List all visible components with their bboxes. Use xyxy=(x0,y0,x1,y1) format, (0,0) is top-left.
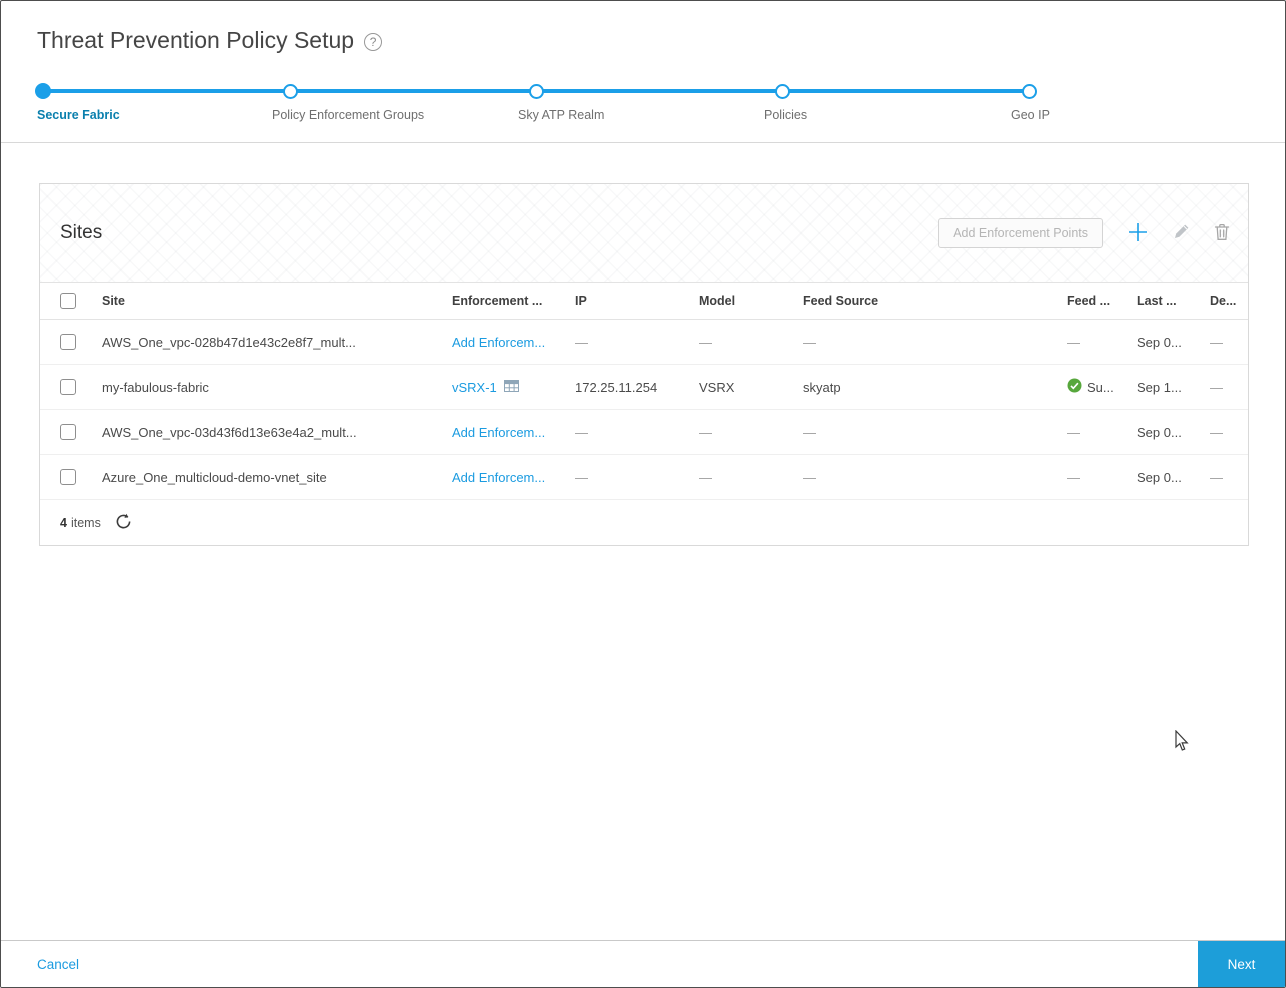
last-updated-cell: Sep 0... xyxy=(1137,469,1182,485)
enforcement-point-link[interactable]: vSRX-1 xyxy=(452,380,497,395)
col-ip[interactable]: IP xyxy=(565,294,689,308)
refresh-button[interactable] xyxy=(115,513,132,533)
next-button[interactable]: Next xyxy=(1198,941,1285,987)
table-row: Azure_One_multicloud-demo-vnet_site Add … xyxy=(40,455,1248,500)
model-cell: — xyxy=(699,469,712,485)
ip-cell: — xyxy=(575,469,588,485)
add-enforcement-link[interactable]: Add Enforcem... xyxy=(452,335,545,350)
step-label: Sky ATP Realm xyxy=(518,108,605,122)
table-header-row: Site Enforcement ... IP Model Feed Sourc… xyxy=(40,282,1248,320)
sites-toolbar: Add Enforcement Points xyxy=(938,218,1230,248)
step-dot xyxy=(529,83,544,99)
last-updated-cell: Sep 0... xyxy=(1137,424,1182,440)
device-grid-icon xyxy=(503,379,519,395)
table-footer: 4 items xyxy=(40,500,1248,546)
table-row: my-fabulous-fabric vSRX-1 172.25.11.254 … xyxy=(40,365,1248,410)
col-last-updated[interactable]: Last ... xyxy=(1127,294,1200,308)
description-cell: — xyxy=(1210,334,1223,350)
help-icon[interactable]: ? xyxy=(364,32,383,51)
cancel-button[interactable]: Cancel xyxy=(37,957,79,972)
site-name: my-fabulous-fabric xyxy=(102,379,209,395)
add-enforcement-link[interactable]: Add Enforcem... xyxy=(452,425,545,440)
row-checkbox[interactable] xyxy=(60,379,76,395)
col-feed-source[interactable]: Feed Source xyxy=(793,294,1057,308)
step-dot xyxy=(1022,83,1037,99)
feed-status-cell: Su... xyxy=(1057,378,1127,396)
step-dot xyxy=(775,83,790,99)
step-label: Secure Fabric xyxy=(37,108,120,122)
feed-source-cell: — xyxy=(803,334,816,350)
ip-cell: — xyxy=(575,424,588,440)
step-dot xyxy=(283,83,298,99)
add-site-button[interactable] xyxy=(1127,221,1149,246)
trash-icon xyxy=(1214,223,1230,244)
ip-cell: 172.25.11.254 xyxy=(575,379,658,395)
page-title: Threat Prevention Policy Setup xyxy=(37,27,355,53)
feed-source-cell: — xyxy=(803,424,816,440)
select-all-checkbox[interactable] xyxy=(60,293,76,309)
feed-status-cell: — xyxy=(1067,469,1080,485)
mouse-cursor xyxy=(1171,729,1191,757)
site-name: AWS_One_vpc-028b47d1e43c2e8f7_mult... xyxy=(102,334,356,350)
col-site[interactable]: Site xyxy=(92,294,442,308)
model-cell: — xyxy=(699,424,712,440)
threat-prevention-setup-page: Threat Prevention Policy Setup ? Secure … xyxy=(0,0,1286,988)
wizard-footer-bar: Cancel Next xyxy=(1,940,1285,987)
edit-site-button[interactable] xyxy=(1173,223,1190,243)
row-checkbox[interactable] xyxy=(60,469,76,485)
page-header: Threat Prevention Policy Setup ? xyxy=(37,27,383,54)
table-row: AWS_One_vpc-03d43f6d13e63e4a2_mult... Ad… xyxy=(40,410,1248,455)
description-cell: — xyxy=(1210,379,1223,395)
row-checkbox[interactable] xyxy=(60,334,76,350)
refresh-icon xyxy=(115,513,132,533)
feed-status-cell: — xyxy=(1067,424,1080,440)
plus-icon xyxy=(1127,221,1149,246)
item-count: 4 items xyxy=(60,516,101,530)
ip-cell: — xyxy=(575,334,588,350)
col-feed-status[interactable]: Feed ... xyxy=(1057,294,1127,308)
feed-source-cell: — xyxy=(803,469,816,485)
col-description[interactable]: De... xyxy=(1200,294,1248,308)
sites-panel: Sites Add Enforcement Points Site Enforc… xyxy=(39,183,1249,546)
success-check-icon xyxy=(1067,378,1082,396)
model-cell: — xyxy=(699,334,712,350)
model-cell: VSRX xyxy=(699,379,735,395)
col-model[interactable]: Model xyxy=(689,294,793,308)
step-label: Geo IP xyxy=(1011,108,1050,122)
table-row: AWS_One_vpc-028b47d1e43c2e8f7_mult... Ad… xyxy=(40,320,1248,365)
sites-panel-header: Sites Add Enforcement Points xyxy=(40,184,1248,282)
feed-status-cell: — xyxy=(1067,334,1080,350)
row-checkbox[interactable] xyxy=(60,424,76,440)
site-name: Azure_One_multicloud-demo-vnet_site xyxy=(102,469,327,485)
wizard-stepper: Secure Fabric Policy Enforcement Groups … xyxy=(1,81,1285,137)
delete-site-button[interactable] xyxy=(1214,223,1230,244)
description-cell: — xyxy=(1210,469,1223,485)
feed-status-text: Su... xyxy=(1087,379,1114,395)
last-updated-cell: Sep 0... xyxy=(1137,334,1182,350)
site-name: AWS_One_vpc-03d43f6d13e63e4a2_mult... xyxy=(102,424,357,440)
edit-icon xyxy=(1173,223,1190,243)
last-updated-cell: Sep 1... xyxy=(1137,379,1182,395)
add-enforcement-link[interactable]: Add Enforcem... xyxy=(452,470,545,485)
header-divider xyxy=(1,142,1285,143)
col-enforcement[interactable]: Enforcement ... xyxy=(442,294,565,308)
step-dot-filled xyxy=(35,83,51,99)
item-count-label: items xyxy=(70,516,101,530)
step-label: Policy Enforcement Groups xyxy=(272,108,425,122)
step-label: Policies xyxy=(764,108,808,122)
add-enforcement-points-button[interactable]: Add Enforcement Points xyxy=(938,218,1103,248)
feed-source-cell: skyatp xyxy=(803,379,841,395)
item-count-number: 4 xyxy=(60,516,67,530)
sites-title: Sites xyxy=(60,222,103,243)
description-cell: — xyxy=(1210,424,1223,440)
